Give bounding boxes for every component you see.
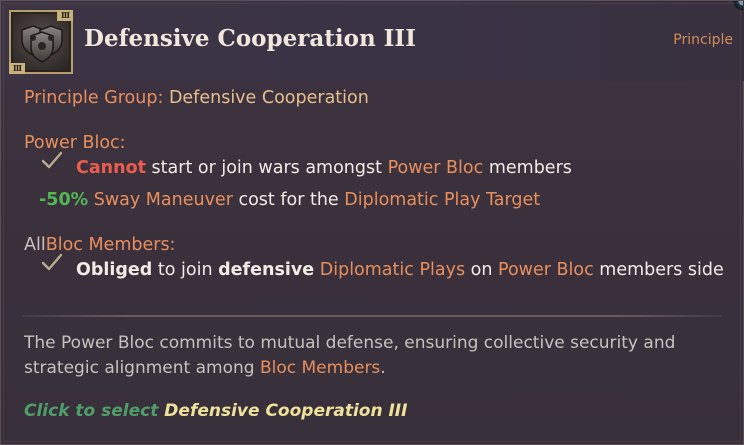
effect-text: cost for the [238,190,339,210]
power-bloc-link[interactable]: Power Bloc [388,158,484,178]
select-action-text: Click to select [24,401,159,421]
modifier-value: -50% [39,190,89,210]
description-text: strategic alignment among [24,358,255,378]
description-text: . [380,358,386,378]
principle-title: Defensive Cooperation III [84,25,416,52]
description-line: The Power Bloc commits to mutual defense… [24,333,676,353]
bloc-members-heading: AllBloc Members: [24,235,175,255]
principle-group-value[interactable]: Defensive Cooperation [169,88,369,108]
checkmark-icon [41,151,63,169]
power-bloc-heading[interactable]: Power Bloc: [24,133,126,153]
shields-icon [21,25,63,63]
select-principle-name: Defensive Cooperation III [164,401,408,421]
effect-text: members side [599,260,724,280]
sway-maneuver-link[interactable]: Sway Maneuver [94,190,233,210]
bloc-members-link[interactable]: Bloc Members [260,358,380,378]
effect-text: start or join wars amongst [151,158,382,178]
effect-obliged: Obliged to join defensive Diplomatic Pla… [76,260,724,280]
checkmark-icon [41,253,63,271]
bloc-members-link[interactable]: Bloc Members: [46,235,176,255]
principle-icon-frame: III III [9,10,73,74]
tier-badge: III [9,63,25,74]
tier-badge: III [57,10,73,21]
principle-group-label: Principle Group: [24,88,164,108]
obliged-keyword: Obliged [76,260,153,280]
principle-type-label: Principle [673,32,733,48]
effect-text: on [470,260,493,280]
effect-sway-cost: -50% Sway Maneuver cost for the Diplomat… [39,190,540,210]
tooltip-header: III III Defensive Cooperation III Princi… [1,1,744,81]
power-bloc-link[interactable]: Power Bloc [498,260,594,280]
principle-description: The Power Bloc commits to mutual defense… [24,331,724,381]
principle-group-line: Principle Group: Defensive Cooperation [24,88,369,108]
bloc-members-prefix: All [24,235,46,255]
principle-tooltip: III III Defensive Cooperation III Princi… [0,0,744,445]
section-divider [23,315,721,317]
diplomatic-play-target-link[interactable]: Diplomatic Play Target [344,190,540,210]
defensive-keyword: defensive [218,260,315,280]
select-hint[interactable]: Click to select Defensive Cooperation II… [24,401,407,421]
effect-cannot-war: Cannot start or join wars amongst Power … [76,158,572,178]
effect-text: members [488,158,572,178]
cannot-keyword: Cannot [76,158,146,178]
effect-text: to join [157,260,213,280]
description-line: strategic alignment among Bloc Members. [24,356,724,381]
diplomatic-plays-link[interactable]: Diplomatic Plays [320,260,465,280]
